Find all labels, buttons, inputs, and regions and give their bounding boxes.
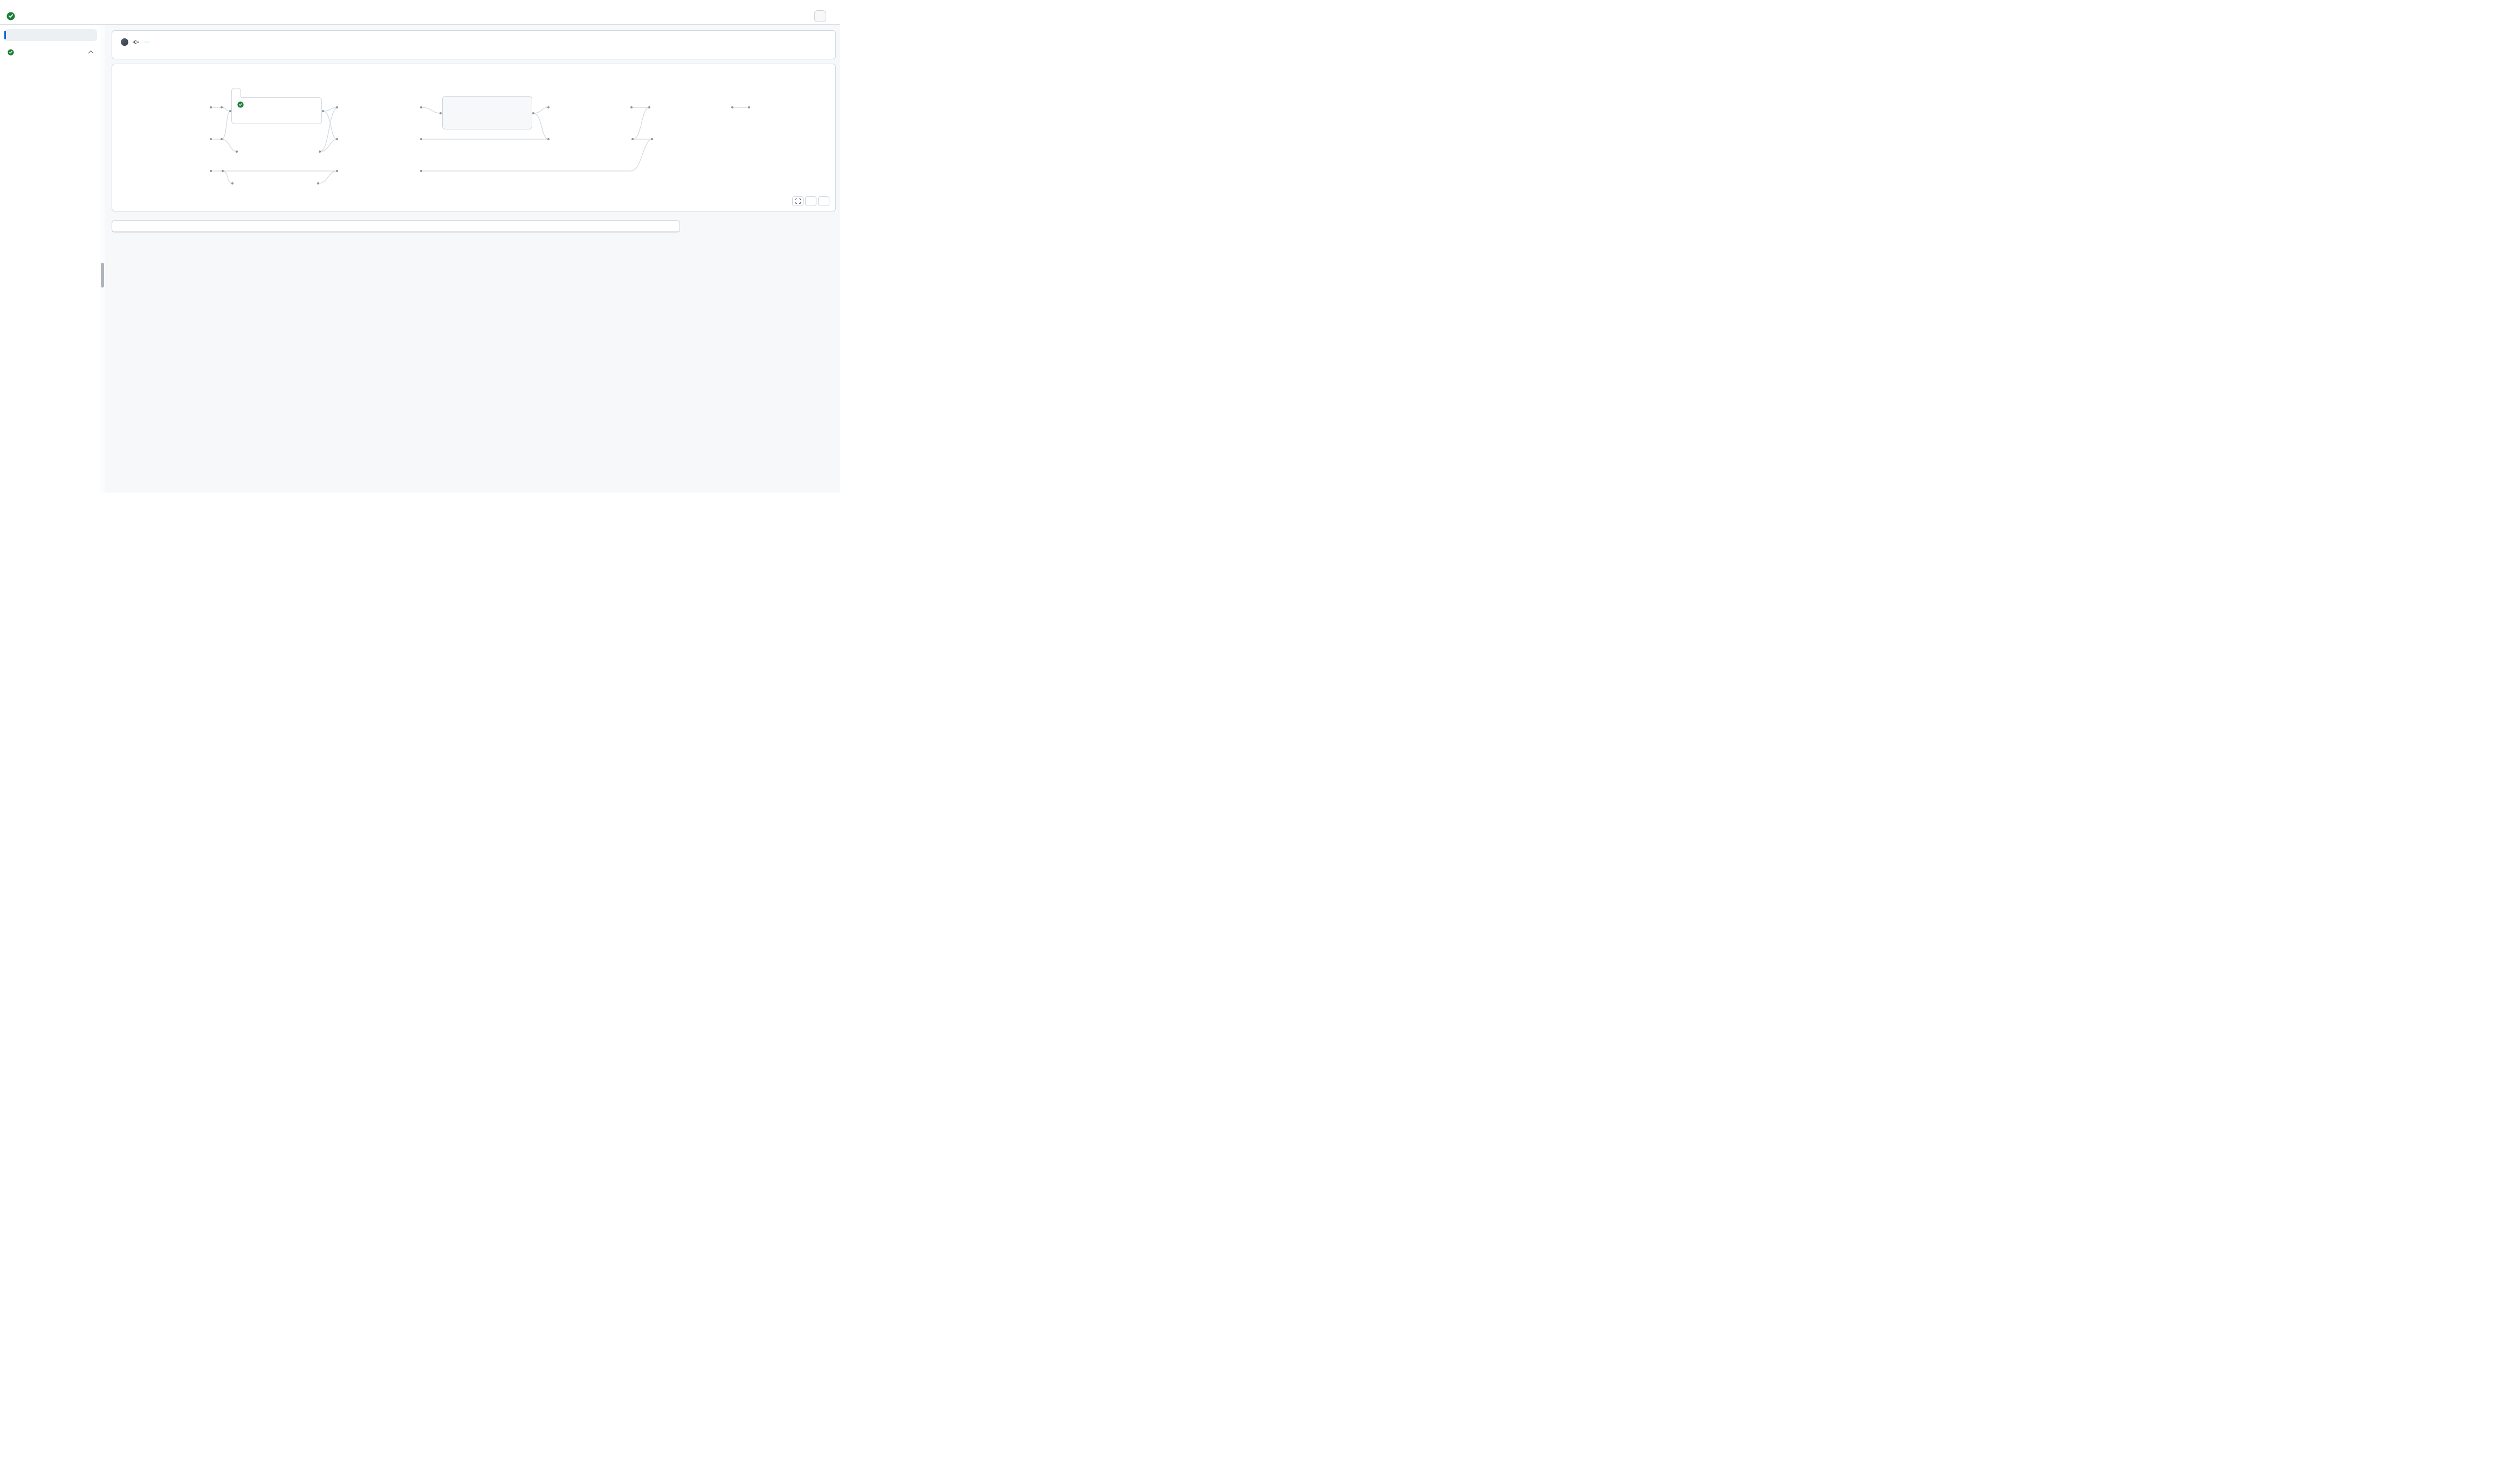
graph-zoom-controls [792, 196, 829, 206]
sidebar-group-simplepackage[interactable] [4, 47, 97, 57]
sidebar-scrollbar[interactable] [100, 25, 105, 493]
avatar[interactable] [121, 38, 128, 46]
sidebar [0, 25, 100, 493]
matrix-group-box[interactable] [231, 97, 322, 124]
chevron-up-icon[interactable] [88, 51, 94, 56]
run-summary-bar [112, 30, 836, 59]
main-content [105, 25, 840, 493]
fullscreen-button[interactable] [792, 196, 804, 206]
annotations-card [112, 220, 680, 233]
zoom-out-button[interactable] [805, 196, 816, 206]
matrix-tab[interactable] [231, 88, 241, 98]
run-header [0, 0, 840, 25]
workflow-graph-card [112, 64, 836, 211]
success-icon [8, 49, 14, 56]
branch-badge[interactable] [143, 42, 150, 43]
sidebar-item-summary[interactable] [4, 29, 97, 41]
documentation-group-box [442, 96, 532, 129]
zoom-in-button[interactable] [818, 196, 829, 206]
rerun-all-jobs-button[interactable] [814, 10, 826, 22]
scrollbar-thumb[interactable] [101, 263, 104, 288]
graph-edges [112, 64, 836, 211]
annotations-header [112, 221, 679, 232]
graph-canvas[interactable] [112, 64, 835, 211]
run-success-icon [6, 12, 15, 20]
success-icon [237, 101, 244, 108]
commit-icon [133, 39, 139, 45]
fullscreen-icon [795, 199, 801, 204]
